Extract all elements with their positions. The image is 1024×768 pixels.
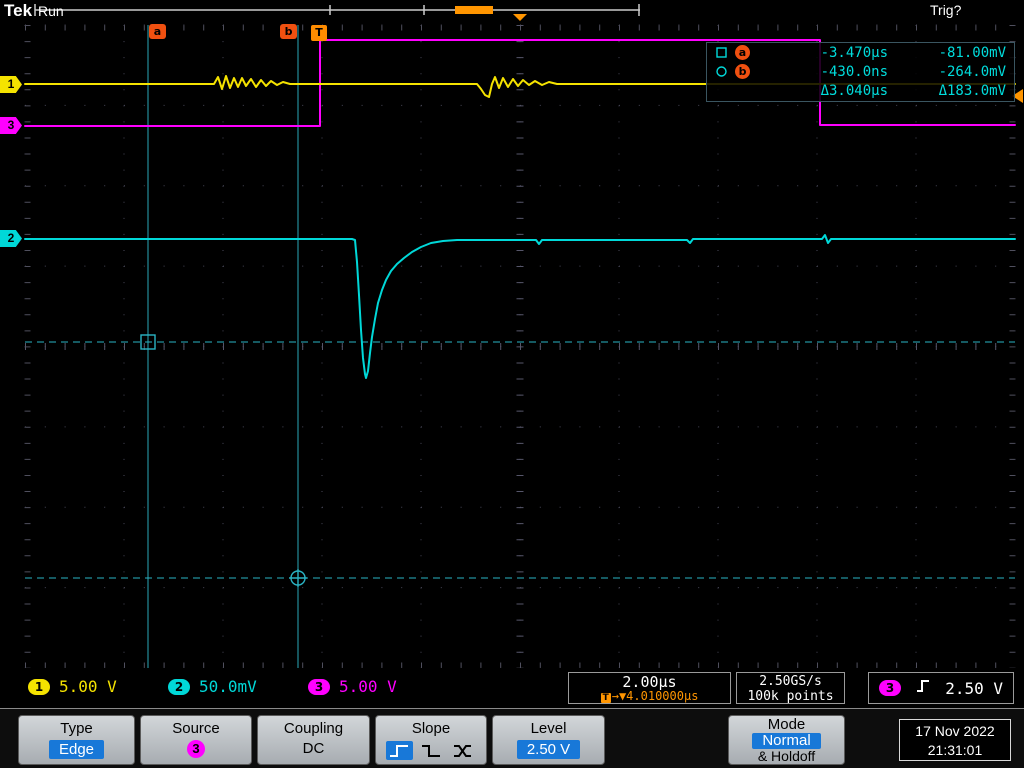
delta-volt: Δ183.0mV <box>938 82 1006 99</box>
cursor-b-label: b <box>280 24 297 39</box>
mode-extra: & Holdoff <box>757 748 816 764</box>
menu-button-coupling[interactable]: Coupling DC <box>257 715 370 765</box>
type-value: Edge <box>48 740 105 759</box>
cursor-b-volt: -264.0mV <box>938 63 1006 80</box>
rising-edge-icon <box>915 678 931 698</box>
delta-time: Δ3.040µs <box>820 82 888 99</box>
trigger-delay-readout: T →▼4.010000µs <box>569 690 730 703</box>
cursor-a-volt: -81.00mV <box>938 44 1006 61</box>
slope-label: Slope <box>411 720 451 737</box>
cursor-readout-box: a -3.470µs -81.00mV b -430.0ns -264.0mV … <box>706 42 1015 102</box>
source-label: Source <box>172 720 220 737</box>
cursor-b-time: -430.0ns <box>820 63 888 80</box>
record-view-window <box>455 6 493 14</box>
level-value: 2.50 V <box>516 740 581 759</box>
ch2-waveform <box>24 234 1016 379</box>
menu-button-source[interactable]: Source 3 <box>140 715 252 765</box>
ch3-scale-readout: 3 5.00 V <box>308 677 397 696</box>
oscilloscope-screen: Tek Run Trig? 1 3 2 a b T a -3.470µs -81… <box>0 0 1024 768</box>
datetime-display: 17 Nov 2022 21:31:01 <box>899 719 1011 761</box>
slope-rising-icon[interactable] <box>385 741 413 760</box>
mode-value: Normal <box>752 733 821 749</box>
sample-rate: 2.50GS/s <box>759 674 822 689</box>
expansion-point-icon <box>513 14 527 21</box>
ch2-scale-readout: 2 50.0mV <box>168 677 257 696</box>
cursor-a-time: -3.470µs <box>820 44 888 61</box>
trigger-level-value: 2.50 V <box>945 678 1003 698</box>
menu-button-mode[interactable]: Mode Normal & Holdoff <box>728 715 845 765</box>
type-label: Type <box>60 720 93 737</box>
acquisition-status: Run <box>38 3 64 19</box>
circle-marker-icon <box>715 65 735 78</box>
trigger-delay-arrows: →▼ <box>611 689 627 703</box>
menu-bar: Type Edge Source 3 Coupling DC Slope Lev… <box>0 708 1024 768</box>
graticule-grid <box>24 24 1016 669</box>
ch2-scale: 50.0mV <box>199 677 257 696</box>
source-value-badge: 3 <box>187 740 205 758</box>
tek-logo: Tek <box>4 1 33 20</box>
time-value: 21:31:01 <box>927 742 983 758</box>
cursor-a-badge: a <box>735 45 750 60</box>
coupling-label: Coupling <box>283 720 344 737</box>
slope-falling-icon[interactable] <box>418 741 445 760</box>
trigger-status: Trig? <box>930 2 962 18</box>
menu-button-slope[interactable]: Slope <box>375 715 487 765</box>
timebase-readout: 2.00µs T →▼4.010000µs <box>568 672 731 704</box>
square-marker-icon <box>715 46 735 59</box>
cursor-a-label: a <box>149 24 166 39</box>
waveform-display <box>24 4 1023 669</box>
menu-button-level[interactable]: Level 2.50 V <box>492 715 605 765</box>
cursor-b-row: b -430.0ns -264.0mV <box>707 62 1014 81</box>
trigger-position-marker: T <box>311 25 327 41</box>
trigger-t-icon: T <box>600 693 611 703</box>
cursor-a-row: a -3.470µs -81.00mV <box>707 43 1014 62</box>
ch3-badge: 3 <box>308 678 330 695</box>
record-length: 100k points <box>747 689 834 704</box>
record-view-bar <box>34 4 640 21</box>
ch1-scale: 5.00 V <box>59 677 117 696</box>
ch1-badge: 1 <box>28 678 50 695</box>
ch1-scale-readout: 1 5.00 V <box>28 677 117 696</box>
cursor-delta-row: Δ3.040µs Δ183.0mV <box>707 81 1014 100</box>
ch2-badge: 2 <box>168 678 190 695</box>
ch3-scale: 5.00 V <box>339 677 397 696</box>
date-value: 17 Nov 2022 <box>915 723 995 739</box>
slope-options <box>376 741 486 760</box>
acquisition-readout: 2.50GS/s 100k points <box>736 672 845 704</box>
trigger-source-badge: 3 <box>879 680 901 696</box>
cursor-b-badge: b <box>735 64 750 79</box>
mode-label: Mode <box>767 716 806 733</box>
menu-button-type[interactable]: Type Edge <box>18 715 135 765</box>
slope-either-icon[interactable] <box>450 741 477 760</box>
level-label: Level <box>530 720 567 737</box>
status-bar: 1 5.00 V 2 50.0mV 3 5.00 V 2.00µs T →▼4.0… <box>0 668 1024 708</box>
coupling-value: DC <box>302 740 325 757</box>
trigger-readout: 3 2.50 V <box>868 672 1014 704</box>
trigger-delay-value: 4.010000µs <box>626 689 699 703</box>
timebase-scale: 2.00µs <box>622 673 677 691</box>
